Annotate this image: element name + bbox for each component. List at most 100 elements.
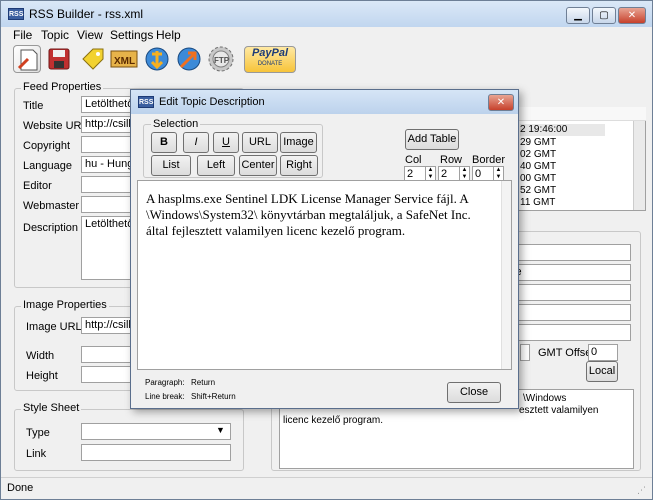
topic-field-2[interactable]: ke — [506, 264, 631, 281]
topic-field-3[interactable] — [506, 284, 631, 301]
editor-scrollbar[interactable] — [501, 181, 511, 369]
topic-list-header — [506, 107, 646, 121]
gmt-offset-label: GMT Offset — [538, 347, 595, 359]
bold-button[interactable]: B — [151, 132, 177, 153]
editor-text[interactable]: A hasplms.exe Sentinel LDK License Manag… — [146, 191, 496, 239]
url-button[interactable]: URL — [242, 132, 278, 153]
close-button[interactable]: ✕ — [618, 7, 646, 24]
date-item[interactable]: 02 GMT — [520, 149, 556, 160]
underline-button[interactable]: U — [213, 132, 239, 153]
dialog-title-bar: RSS Edit Topic Description ✕ — [131, 90, 518, 114]
description-label: Description — [23, 222, 79, 234]
row-value: 2 — [441, 168, 448, 180]
italic-button[interactable]: I — [183, 132, 209, 153]
preview-text-line: esztett valamilyen — [519, 405, 599, 416]
ftp-icon[interactable]: FTP — [207, 45, 235, 73]
ftp-gear-icon: FTP — [208, 46, 234, 72]
date-item[interactable]: 00 GMT — [520, 173, 556, 184]
globe-up-icon — [177, 47, 201, 71]
tag-icon[interactable] — [79, 45, 107, 73]
topic-field-5[interactable] — [506, 324, 631, 341]
image-properties-title: Image Properties — [21, 299, 109, 311]
image-url-label: Image URL — [26, 321, 82, 333]
link-field[interactable] — [81, 444, 231, 461]
globe-down-icon — [145, 47, 169, 71]
download-globe-icon[interactable] — [143, 45, 171, 73]
dialog-title: Edit Topic Description — [159, 96, 265, 108]
status-text: Done — [7, 482, 34, 494]
maximize-button[interactable]: ▢ — [592, 7, 616, 24]
type-select[interactable] — [81, 423, 231, 440]
border-label: Border — [472, 154, 506, 166]
menu-help[interactable]: Help — [156, 28, 181, 42]
style-sheet-title: Style Sheet — [21, 402, 82, 414]
menu-topic[interactable]: Topic — [41, 28, 69, 42]
upload-globe-icon[interactable] — [175, 45, 203, 73]
paragraph-key: Return — [191, 378, 216, 387]
minimize-button[interactable]: ▁ — [566, 7, 590, 24]
row-label: Row — [440, 154, 463, 166]
menu-bar: File Topic View Settings Help — [1, 27, 652, 43]
date-item[interactable]: 40 GMT — [520, 161, 556, 172]
save-icon[interactable] — [45, 45, 73, 73]
chevron-down-icon[interactable]: ▼ — [216, 425, 225, 435]
title-bar: RSS RSS Builder - rss.xml ▁ ▢ ✕ — [1, 1, 652, 27]
yellow-tag-icon — [82, 48, 104, 70]
resize-grip-icon[interactable]: ⋰ — [637, 485, 646, 496]
local-button[interactable]: Local — [586, 361, 618, 382]
title-label: Title — [23, 100, 44, 112]
link-label: Link — [26, 448, 47, 460]
menu-file[interactable]: File — [13, 28, 32, 42]
xml-export-icon: XML — [110, 50, 138, 68]
align-left-button[interactable]: Left — [197, 155, 235, 176]
align-right-button[interactable]: Right — [280, 155, 318, 176]
gmt-offset-stepper[interactable]: 0 — [588, 344, 618, 361]
selection-title: Selection — [151, 118, 201, 130]
paypal-donate-text: DONATE — [257, 61, 283, 67]
language-label: Language — [23, 160, 72, 172]
date-item[interactable]: 29 GMT — [520, 137, 556, 148]
webmaster-label: Webmaster — [23, 200, 80, 212]
style-sheet-group — [14, 409, 244, 471]
image-button[interactable]: Image — [280, 132, 317, 153]
close-dialog-button[interactable]: Close — [447, 382, 501, 403]
linebreak-label: Line break: — [145, 392, 185, 401]
menu-settings[interactable]: Settings — [110, 28, 153, 42]
menu-view[interactable]: View — [77, 28, 103, 42]
topic-field-1[interactable] — [506, 244, 631, 261]
list-button[interactable]: List — [151, 155, 191, 176]
rss-app-icon: RSS — [138, 96, 154, 108]
topic-field-4[interactable] — [506, 304, 631, 321]
paypal-donate-button[interactable]: PayPal DONATE — [244, 46, 296, 73]
border-value: 0 — [475, 168, 482, 180]
toolbar: XML FTP PayPal DONATE — [1, 43, 652, 77]
linebreak-key: Shift+Return — [191, 392, 236, 401]
type-label: Type — [26, 427, 50, 439]
editor-label: Editor — [23, 180, 52, 192]
col-value: 2 — [407, 168, 414, 180]
date-item[interactable]: 52 GMT — [520, 185, 556, 196]
window-title: RSS Builder - rss.xml — [29, 7, 144, 21]
paragraph-label: Paragraph: — [145, 378, 185, 387]
width-label: Width — [26, 350, 55, 362]
dialog-close-button[interactable]: ✕ — [488, 94, 514, 111]
copyright-label: Copyright — [23, 140, 71, 152]
preview-text-line: \Windows — [523, 393, 567, 404]
status-bar: Done — [1, 477, 652, 499]
topic-list-scrollbar[interactable] — [633, 121, 645, 210]
main-window: RSS RSS Builder - rss.xml ▁ ▢ ✕ File Top… — [0, 0, 653, 500]
rss-app-icon: RSS — [8, 8, 24, 20]
date-item[interactable]: 11 GMT — [520, 197, 555, 208]
ftp-label: FTP — [214, 56, 230, 65]
align-center-button[interactable]: Center — [239, 155, 277, 176]
new-page-icon — [17, 49, 38, 71]
paypal-logo-text: PayPal — [251, 47, 289, 59]
new-document-icon[interactable] — [13, 45, 41, 73]
description-editor[interactable]: A hasplms.exe Sentinel LDK License Manag… — [137, 180, 512, 370]
date-picker-button[interactable] — [520, 344, 530, 361]
date-item-selected[interactable]: 2 19:46:00 — [520, 124, 605, 136]
feed-properties-title: Feed Properties — [21, 81, 104, 93]
add-table-button[interactable]: Add Table — [405, 129, 459, 150]
xml-label: XML — [114, 56, 135, 67]
xml-icon[interactable]: XML — [109, 45, 138, 73]
